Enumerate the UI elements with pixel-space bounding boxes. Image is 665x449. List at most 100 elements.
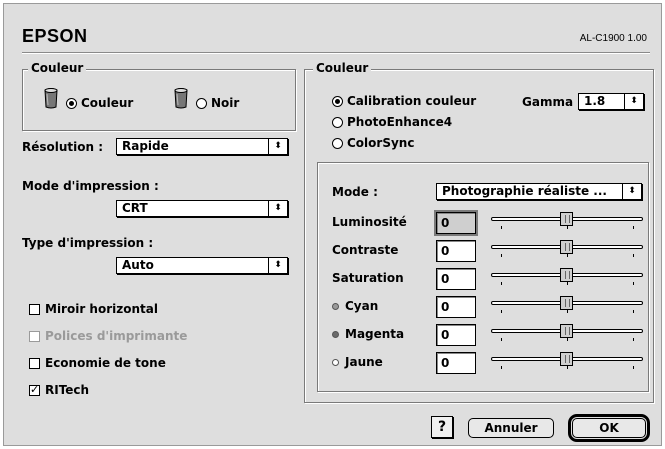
help-button[interactable]: ? <box>431 416 453 438</box>
checkbox-economie-label: Economie de tone <box>45 356 166 370</box>
print-mode-popup[interactable]: CRT ⬍ <box>116 200 288 217</box>
color-settings-group-title: Couleur <box>313 61 372 75</box>
cancel-button[interactable]: Annuler <box>468 418 554 438</box>
slider-tick <box>567 310 568 313</box>
slider-tick <box>501 226 502 229</box>
slider-label-text: Jaune <box>345 355 383 369</box>
slider-tick <box>633 310 634 313</box>
mode-popup[interactable]: Photographie réaliste ... ⬍ <box>436 183 642 200</box>
slider-label-text: Saturation <box>332 271 404 285</box>
up-down-arrows-icon: ⬍ <box>622 184 641 199</box>
slider-tick <box>501 366 502 369</box>
slider-tick <box>633 366 634 369</box>
slider-thumb[interactable] <box>560 240 573 254</box>
radio-noir-label: Noir <box>211 96 240 110</box>
epson-logo: EPSON <box>22 26 88 46</box>
slider-tick <box>633 338 634 341</box>
color-radio-noir[interactable]: Noir <box>196 96 239 110</box>
up-down-arrows-icon: ⬍ <box>268 139 287 154</box>
slider-label: Magenta <box>332 327 404 341</box>
slider-tick <box>501 338 502 341</box>
ink-bucket-icon <box>172 87 190 112</box>
slider-tick <box>567 254 568 257</box>
radio-colorsync-control[interactable] <box>332 137 343 149</box>
checkbox-polices-label: Polices d'imprimante <box>45 329 188 343</box>
slider-tick <box>501 254 502 257</box>
option-colorsync[interactable]: ColorSync <box>332 136 414 150</box>
gamma-label: Gamma <box>522 95 574 109</box>
checkbox-polices-control <box>29 330 40 342</box>
mode-value: Photographie réaliste ... <box>442 184 607 198</box>
slider-value-field[interactable]: 0 <box>434 210 478 236</box>
checkbox-miroir-control[interactable] <box>29 303 40 315</box>
slider-tick <box>567 366 568 369</box>
print-mode-label: Mode d'impression : <box>22 179 159 193</box>
print-type-label: Type d'impression : <box>22 236 154 250</box>
gamma-value: 1.8 <box>584 94 606 108</box>
option-calibration[interactable]: Calibration couleur <box>332 94 476 108</box>
radio-couleur-control[interactable] <box>66 97 77 109</box>
slider-thumb[interactable] <box>560 324 573 338</box>
magenta-dot-icon <box>332 330 339 338</box>
slider-value-field[interactable]: 0 <box>436 240 476 262</box>
slider-thumb[interactable] <box>560 212 573 226</box>
checkbox-miroir[interactable]: Miroir horizontal <box>29 302 158 316</box>
option-colorsync-label: ColorSync <box>347 136 415 150</box>
slider-tick <box>633 226 634 229</box>
checkbox-ritech[interactable]: RITech <box>29 383 89 397</box>
radio-couleur-label: Couleur <box>81 96 134 110</box>
up-down-arrows-icon: ⬍ <box>624 94 643 109</box>
up-down-arrows-icon: ⬍ <box>268 201 287 216</box>
slider-tick <box>567 282 568 285</box>
radio-photoenhance-control[interactable] <box>332 116 343 128</box>
slider-tick <box>567 226 568 229</box>
radio-calibration-control[interactable] <box>332 95 343 107</box>
slider-label: Cyan <box>332 299 378 313</box>
color-group-box <box>22 69 296 131</box>
color-radio-couleur[interactable]: Couleur <box>66 96 133 110</box>
checkbox-economie[interactable]: Economie de tone <box>29 356 166 370</box>
model-version-label: AL-C1900 1.00 <box>579 33 647 44</box>
slider-value-field[interactable]: 0 <box>436 324 476 346</box>
slider-label: Saturation <box>332 271 404 285</box>
yellow-dot-icon <box>332 358 339 366</box>
resolution-label: Résolution : <box>22 140 104 154</box>
slider-value-field[interactable]: 0 <box>436 268 476 290</box>
resolution-value: Rapide <box>122 139 169 153</box>
checkbox-polices: Polices d'imprimante <box>29 329 187 343</box>
slider-value-field[interactable]: 0 <box>436 296 476 318</box>
option-photoenhance[interactable]: PhotoEnhance4 <box>332 115 452 129</box>
slider-tick <box>633 282 634 285</box>
slider-label-text: Luminosité <box>332 215 407 229</box>
print-mode-value: CRT <box>122 201 148 215</box>
slider-thumb[interactable] <box>560 268 573 282</box>
ok-button[interactable]: OK <box>568 414 650 442</box>
slider-tick <box>567 338 568 341</box>
slider-label: Contraste <box>332 243 398 257</box>
slider-tick <box>633 254 634 257</box>
checkbox-economie-control[interactable] <box>29 357 40 369</box>
slider-tick <box>501 282 502 285</box>
slider-thumb[interactable] <box>560 352 573 366</box>
header-divider <box>22 52 650 54</box>
up-down-arrows-icon: ⬍ <box>268 258 287 273</box>
color-group-title: Couleur <box>28 61 87 75</box>
radio-noir-control[interactable] <box>196 97 207 109</box>
cyan-dot-icon <box>332 302 339 310</box>
slider-label: Jaune <box>332 355 383 369</box>
slider-thumb[interactable] <box>560 296 573 310</box>
print-type-value: Auto <box>122 258 154 272</box>
slider-tick <box>501 310 502 313</box>
gamma-popup[interactable]: 1.8 ⬍ <box>578 93 644 110</box>
option-calibration-label: Calibration couleur <box>347 94 477 108</box>
checkbox-ritech-control[interactable] <box>29 383 40 397</box>
option-photoenhance-label: PhotoEnhance4 <box>347 115 453 129</box>
slider-label-text: Cyan <box>345 299 379 313</box>
slider-value-field[interactable]: 0 <box>436 352 476 374</box>
resolution-popup[interactable]: Rapide ⬍ <box>116 138 288 155</box>
checkbox-miroir-label: Miroir horizontal <box>45 302 158 316</box>
slider-label-text: Contraste <box>332 243 399 257</box>
checkbox-ritech-label: RITech <box>45 383 90 397</box>
print-type-popup[interactable]: Auto ⬍ <box>116 257 288 274</box>
slider-label-text: Magenta <box>345 327 405 341</box>
